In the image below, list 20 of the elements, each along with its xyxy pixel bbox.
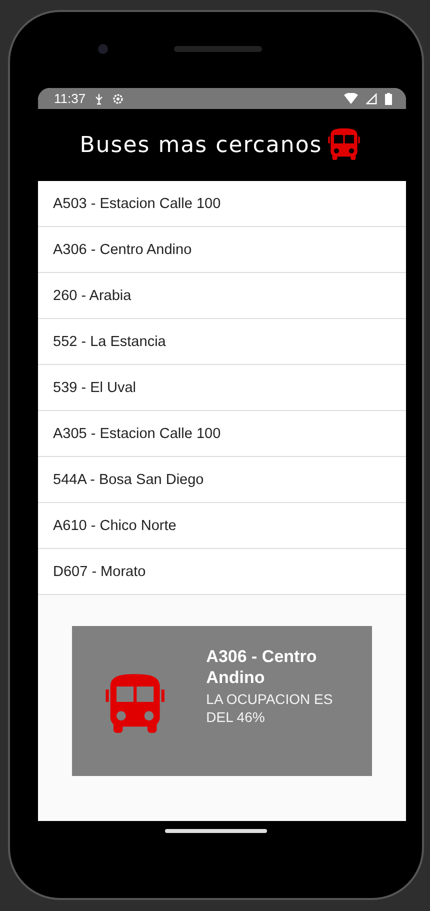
camera-lens [98, 44, 108, 54]
bus-route-item[interactable]: 539 - El Uval [38, 365, 406, 411]
bus-route-item[interactable]: 552 - La Estancia [38, 319, 406, 365]
occupancy-text: LA OCUPACION ES DEL 46% [206, 690, 334, 726]
bus-route-item[interactable]: A610 - Chico Norte [38, 503, 406, 549]
wifi-icon [344, 92, 358, 104]
app-title: Buses mas cercanos [80, 132, 322, 158]
bus-route-item[interactable]: A503 - Estacion Calle 100 [38, 181, 406, 227]
battery-icon [385, 92, 392, 104]
bus-route-item[interactable]: A306 - Centro Andino [38, 227, 406, 273]
signal-icon [366, 92, 377, 104]
bus-route-item[interactable]: 260 - Arabia [38, 273, 406, 319]
card-title: A306 - Centro Andino [206, 646, 318, 688]
usb-icon [94, 92, 104, 104]
home-bar[interactable] [165, 829, 267, 833]
bus-route-item[interactable]: D607 - Morato [38, 549, 406, 595]
gear-icon [112, 92, 124, 104]
bus-route-item[interactable]: A305 - Estacion Calle 100 [38, 411, 406, 457]
bus-route-item[interactable]: 544A - Bosa San Diego [38, 457, 406, 503]
status-time: 11:37 [54, 91, 86, 106]
